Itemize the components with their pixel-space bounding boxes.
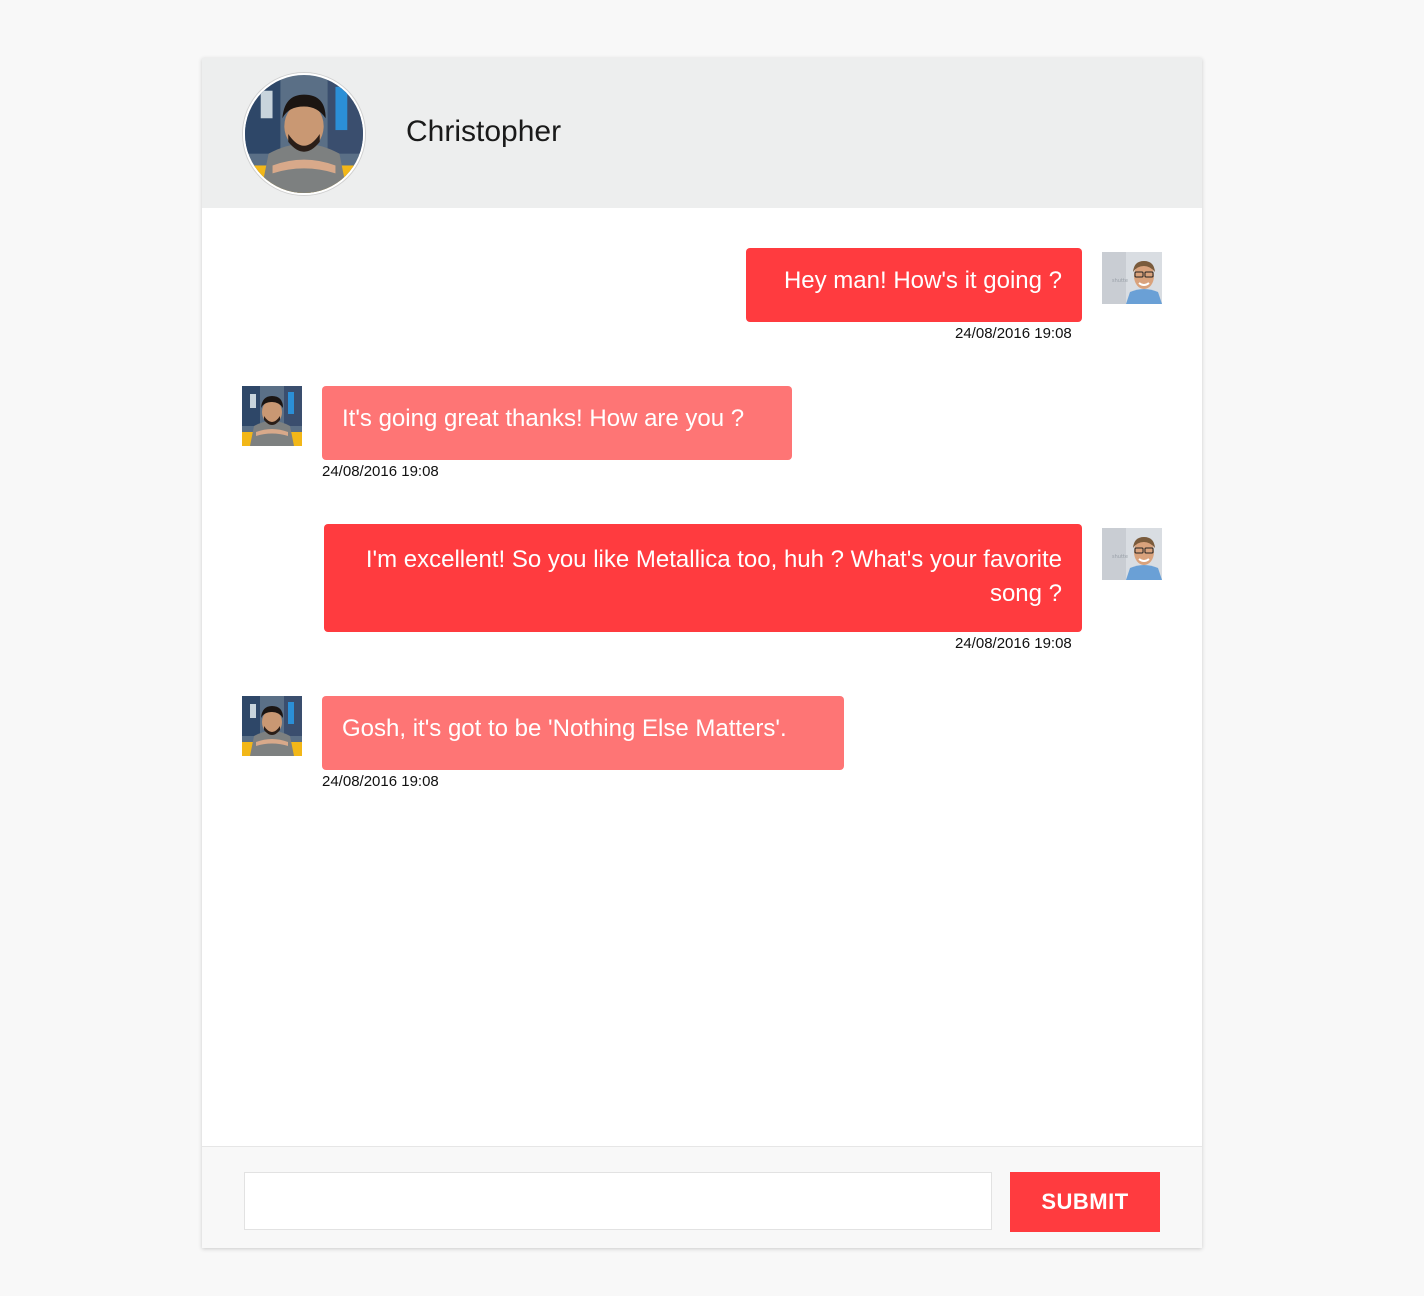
message-timestamp: 24/08/2016 19:08: [955, 325, 1072, 342]
message-text: It's going great thanks! How are you ?: [342, 405, 745, 432]
contact-name: Christopher: [406, 115, 562, 148]
contact-avatar-small[interactable]: [242, 386, 302, 446]
message-text: I'm excellent! So you like Metallica too…: [365, 546, 1062, 607]
message-bubble-incoming: Gosh, it's got to be 'Nothing Else Matte…: [322, 696, 844, 770]
message-bubble-outgoing: I'm excellent! So you like Metallica too…: [324, 524, 1082, 632]
message-bubble-incoming: It's going great thanks! How are you ?: [322, 386, 792, 460]
contact-avatar-small[interactable]: [242, 696, 302, 756]
self-photo-icon: [1102, 528, 1162, 580]
contact-photo-icon: [242, 696, 302, 756]
message-timestamp: 24/08/2016 19:08: [322, 773, 439, 790]
message-text: Gosh, it's got to be 'Nothing Else Matte…: [342, 715, 787, 742]
message-input[interactable]: [244, 1172, 992, 1230]
contact-photo-icon: [242, 386, 302, 446]
self-avatar[interactable]: [1102, 252, 1162, 304]
chat-window: Christopher Hey man! How's it going ? 24…: [202, 58, 1202, 1248]
message-composer: SUBMIT: [202, 1146, 1202, 1248]
message-timestamp: 24/08/2016 19:08: [955, 635, 1072, 652]
message-text: Hey man! How's it going ?: [783, 267, 1062, 294]
contact-photo-icon: [245, 75, 363, 193]
message-timestamp: 24/08/2016 19:08: [322, 463, 439, 480]
submit-button[interactable]: SUBMIT: [1010, 1172, 1160, 1232]
chat-header: Christopher: [202, 58, 1202, 208]
contact-avatar[interactable]: [243, 73, 365, 195]
self-avatar[interactable]: [1102, 528, 1162, 580]
message-bubble-outgoing: Hey man! How's it going ?: [746, 248, 1082, 322]
self-photo-icon: [1102, 252, 1162, 304]
message-list: Hey man! How's it going ? 24/08/2016 19:…: [202, 208, 1202, 1146]
